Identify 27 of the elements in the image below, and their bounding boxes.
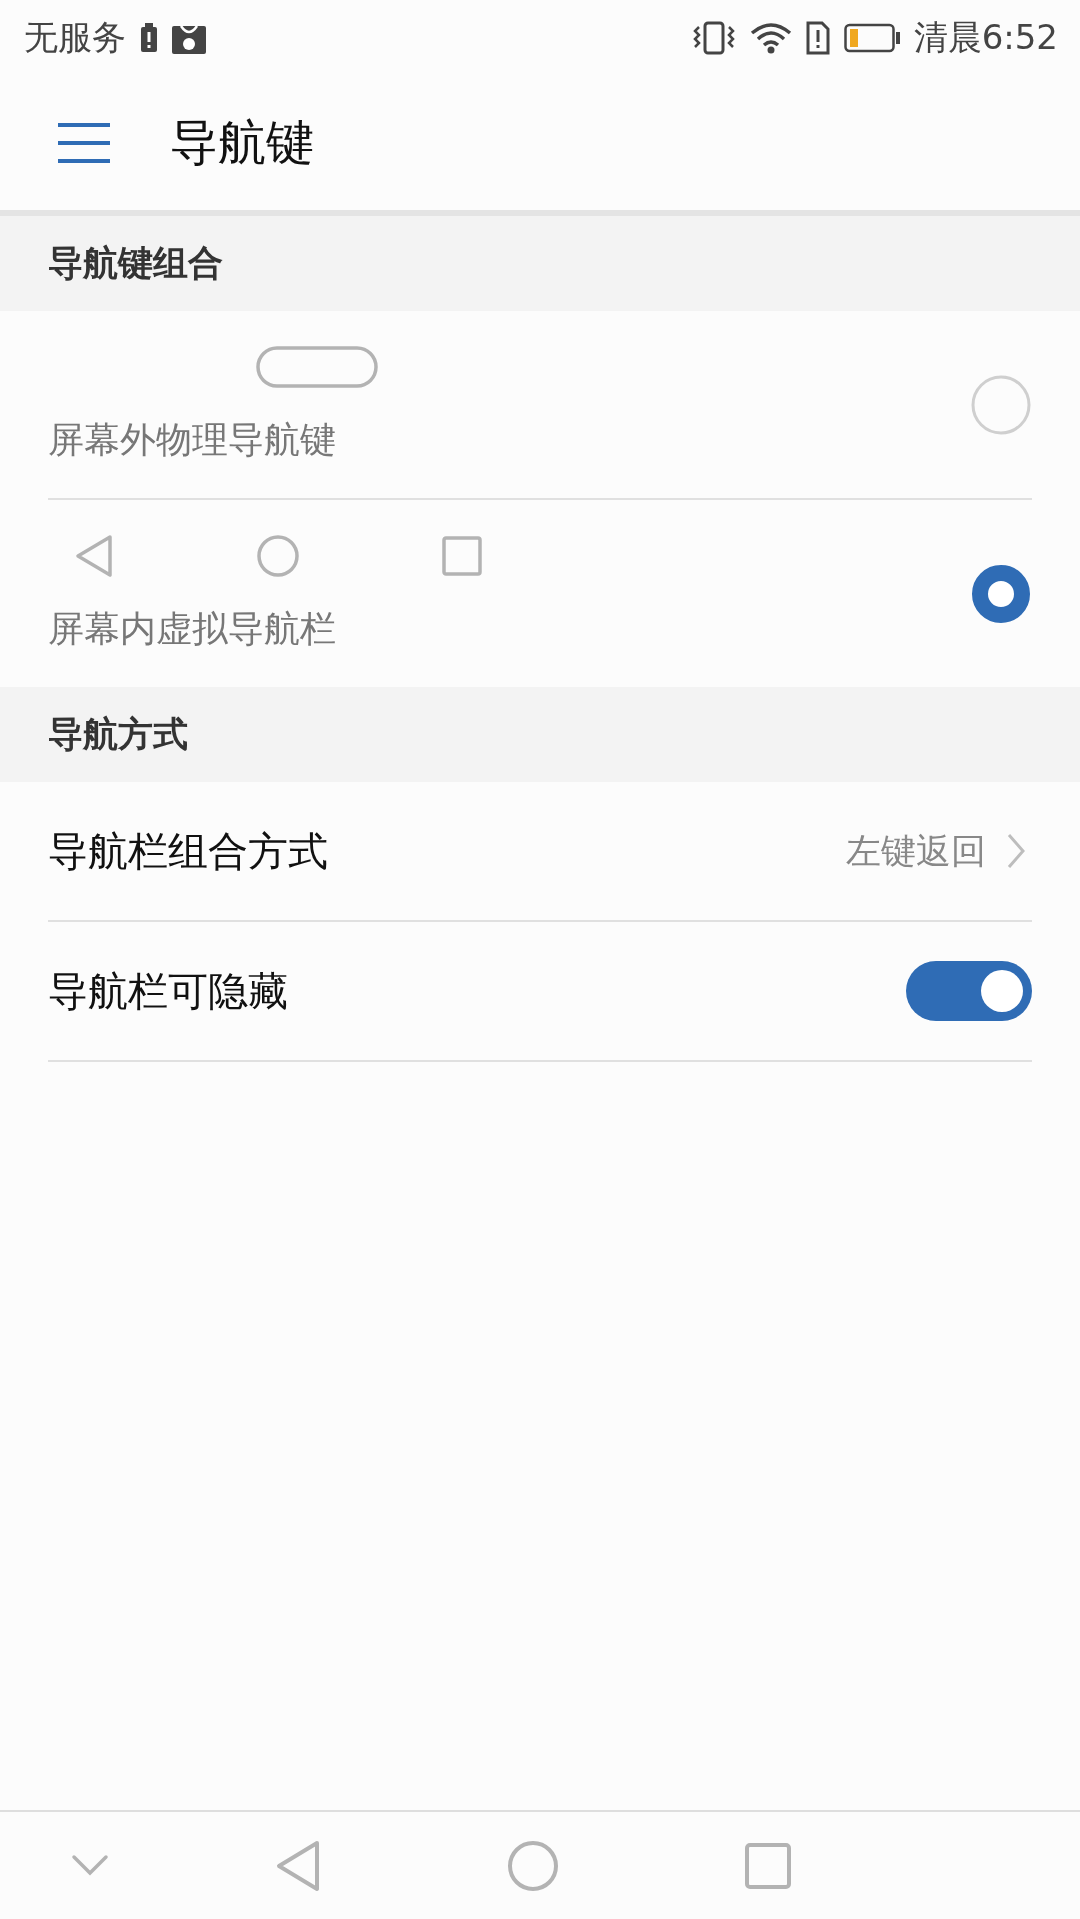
menu-icon[interactable] [56,121,112,164]
carrier-text: 无服务 [24,15,126,59]
setting-label: 导航栏组合方式 [48,826,328,876]
vibrate-icon [691,20,736,55]
wifi-icon [749,20,792,55]
alert-battery-icon [140,22,158,53]
option-label: 屏幕外物理导航键 [48,418,337,462]
recents-icon [442,536,482,576]
chevron-right-icon [1006,832,1026,870]
recents-icon[interactable] [745,1842,791,1889]
radio-button[interactable] [970,373,1032,436]
page-title: 导航键 [170,112,314,172]
clock-text: 清晨6:52 [913,15,1058,59]
radio-button[interactable] [970,562,1032,625]
section-header: 导航键组合 [48,242,223,285]
section-header: 导航方式 [48,713,188,756]
setting-value: 左键返回 [846,829,986,873]
sim-alert-icon [805,20,830,55]
toggle-switch[interactable] [906,961,1032,1021]
back-icon[interactable] [275,1839,321,1892]
back-icon [74,534,114,578]
setting-label: 导航栏可隐藏 [48,966,288,1016]
home-icon[interactable] [507,1839,559,1892]
battery-icon [843,22,900,53]
option-label: 屏幕内虚拟导航栏 [48,607,337,651]
home-icon [256,534,300,578]
home-key-icon [256,346,378,388]
